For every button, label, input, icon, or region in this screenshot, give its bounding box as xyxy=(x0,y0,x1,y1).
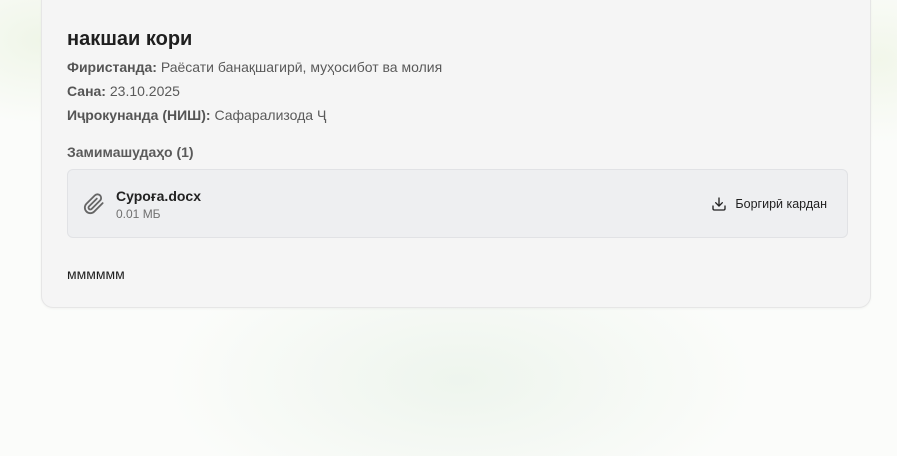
executor-label: Иҷрокунанда (НИШ): xyxy=(67,107,211,123)
attachment-file-size: 0.01 МБ xyxy=(116,207,161,221)
download-button[interactable]: Боргирӣ кардан xyxy=(711,194,827,214)
executor-value: Сафарализода Ҷ xyxy=(214,107,327,123)
paperclip-icon xyxy=(83,193,105,215)
date-value: 23.10.2025 xyxy=(109,83,180,99)
attachment-file-name[interactable]: Суроға.docx xyxy=(116,188,201,205)
download-button-label: Боргирӣ кардан xyxy=(735,197,827,211)
sender-value: Раёсати банақшагирӣ, муҳосибот ва молия xyxy=(160,59,443,75)
date-line: Сана: 23.10.2025 xyxy=(67,82,180,100)
executor-line: Иҷрокунанда (НИШ): Сафарализода Ҷ xyxy=(67,106,326,124)
date-label: Сана: xyxy=(67,83,106,99)
attachments-heading: Замимашудаҳо (1) xyxy=(67,144,194,160)
attachment-item: Суроға.docx 0.01 МБ Боргирӣ кардан xyxy=(67,169,848,238)
sender-label: Фиристанда: xyxy=(67,59,157,75)
sender-line: Фиристанда: Раёсати банақшагирӣ, муҳосиб… xyxy=(67,58,442,76)
document-body-text: мммммм xyxy=(67,266,125,282)
download-icon xyxy=(712,197,727,211)
document-title: накшаи кори xyxy=(67,28,193,50)
document-card: накшаи кори Фиристанда: Раёсати банақшаг… xyxy=(41,0,871,308)
